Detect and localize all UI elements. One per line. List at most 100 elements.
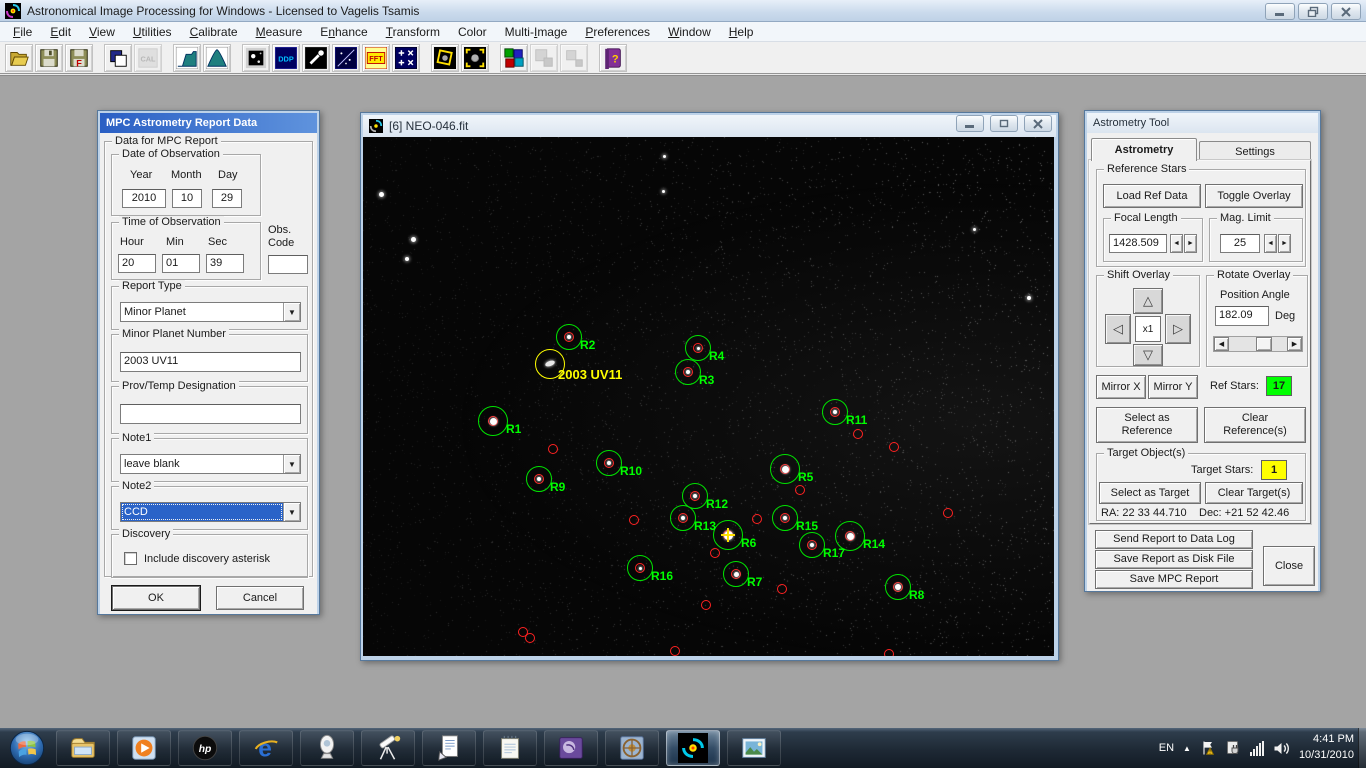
note2-combo[interactable]: CCD ▼ <box>120 502 301 522</box>
taskbar-internet-explorer[interactable]: e <box>239 730 293 766</box>
restore-button[interactable] <box>1298 3 1328 20</box>
menu-utilities[interactable]: Utilities <box>124 23 181 41</box>
tray-expand-icon[interactable]: ▲ <box>1183 744 1191 753</box>
color-channels-icon[interactable] <box>500 44 528 72</box>
cancel-button[interactable]: Cancel <box>216 586 304 610</box>
ddp-icon[interactable]: DDP <box>272 44 300 72</box>
save-file-icon[interactable] <box>35 44 63 72</box>
mirror-y-button[interactable]: Mirror Y <box>1148 375 1198 399</box>
image-math-icon[interactable] <box>392 44 420 72</box>
astrometry-tool-titlebar[interactable]: Astrometry Tool <box>1087 113 1318 133</box>
show-desktop-button[interactable] <box>1358 728 1366 768</box>
taskbar-webcam[interactable] <box>300 730 354 766</box>
minor-planet-number-field[interactable]: 2003 UV11 <box>120 352 301 372</box>
min-field[interactable]: 01 <box>162 254 200 273</box>
note1-combo[interactable]: leave blank ▼ <box>120 454 301 474</box>
shift-left-button[interactable]: ◁ <box>1105 314 1131 344</box>
image-window-titlebar[interactable]: [6] NEO-046.fit <box>363 115 1056 137</box>
taskbar-windows-explorer[interactable] <box>56 730 110 766</box>
shift-down-button[interactable]: ▽ <box>1133 344 1163 366</box>
shift-right-button[interactable]: ▷ <box>1165 314 1191 344</box>
day-field[interactable]: 29 <box>212 189 242 208</box>
month-field[interactable]: 10 <box>172 189 202 208</box>
focal-spin-right-icon[interactable]: ► <box>1184 234 1197 253</box>
menu-transform[interactable]: Transform <box>377 23 449 41</box>
action-center-flag-icon[interactable]: ! <box>1200 740 1216 756</box>
menu-help[interactable]: Help <box>720 23 763 41</box>
minimize-button[interactable] <box>1265 3 1295 20</box>
taskbar-notepad[interactable] <box>483 730 537 766</box>
menu-view[interactable]: View <box>80 23 124 41</box>
menu-calibrate[interactable]: Calibrate <box>181 23 247 41</box>
position-angle-scrollbar[interactable]: ◀ ▶ <box>1213 336 1303 352</box>
tab-settings[interactable]: Settings <box>1199 141 1311 161</box>
toggle-overlay-button[interactable]: Toggle Overlay <box>1205 184 1303 208</box>
volume-icon[interactable] <box>1273 741 1290 756</box>
flip-image-icon[interactable] <box>461 44 489 72</box>
image-minimize-button[interactable] <box>956 115 984 132</box>
shift-up-button[interactable]: △ <box>1133 288 1163 314</box>
star-image-icon[interactable] <box>242 44 270 72</box>
year-field[interactable]: 2010 <box>122 189 166 208</box>
image-canvas[interactable]: R1R2R3R4R5R6R7R8R9R10R11R12R13R14R15R16R… <box>363 137 1054 656</box>
menu-measure[interactable]: Measure <box>247 23 312 41</box>
tab-astrometry[interactable]: Astrometry <box>1091 138 1197 161</box>
menu-enhance[interactable]: Enhance <box>311 23 376 41</box>
prov-temp-field[interactable] <box>120 404 301 424</box>
app-titlebar[interactable]: Astronomical Image Processing for Window… <box>0 0 1366 22</box>
scrollbar-thumb[interactable] <box>1256 337 1272 351</box>
menu-preferences[interactable]: Preferences <box>576 23 659 41</box>
menu-color[interactable]: Color <box>449 23 496 41</box>
scroll-right-icon[interactable]: ▶ <box>1287 337 1302 351</box>
hour-field[interactable]: 20 <box>118 254 156 273</box>
send-report-button[interactable]: Send Report to Data Log <box>1095 530 1253 549</box>
menu-window[interactable]: Window <box>659 23 720 41</box>
device-icon[interactable] <box>1225 740 1241 756</box>
image-close-button[interactable] <box>1024 115 1052 132</box>
load-ref-data-button[interactable]: Load Ref Data <box>1103 184 1201 208</box>
taskbar-aip4win[interactable] <box>666 730 720 766</box>
ok-button[interactable]: OK <box>112 586 200 610</box>
discovery-asterisk-checkbox[interactable] <box>124 552 137 565</box>
clear-references-button[interactable]: Clear Reference(s) <box>1204 407 1306 443</box>
dropdown-arrow-icon[interactable]: ▼ <box>283 503 300 521</box>
menu-edit[interactable]: Edit <box>41 23 80 41</box>
report-type-combo[interactable]: Minor Planet ▼ <box>120 302 301 322</box>
dropdown-arrow-icon[interactable]: ▼ <box>283 303 300 321</box>
close-tool-button[interactable]: Close <box>1263 546 1315 586</box>
clear-targets-button[interactable]: Clear Target(s) <box>1205 482 1303 504</box>
night-sky-icon[interactable] <box>332 44 360 72</box>
save-report-disk-button[interactable]: Save Report as Disk File <box>1095 550 1253 569</box>
help-icon[interactable]: ? <box>599 44 627 72</box>
clock[interactable]: 4:41 PM 10/31/2010 <box>1299 732 1358 764</box>
position-angle-field[interactable]: 182.09 <box>1215 306 1269 326</box>
language-indicator[interactable]: EN <box>1159 742 1174 754</box>
save-fits-icon[interactable]: F <box>65 44 93 72</box>
taskbar-photo-viewer[interactable] <box>727 730 781 766</box>
focal-length-field[interactable]: 1428.509 <box>1109 234 1167 253</box>
magic-wand-icon[interactable] <box>302 44 330 72</box>
mpc-dialog-titlebar[interactable]: MPC Astrometry Report Data <box>100 113 317 133</box>
mag-spin-left-icon[interactable]: ◄ <box>1264 234 1277 253</box>
menu-multi-image[interactable]: Multi-Image <box>496 23 577 41</box>
mag-spin-right-icon[interactable]: ► <box>1278 234 1291 253</box>
rotate-image-icon[interactable] <box>431 44 459 72</box>
image-restore-button[interactable] <box>990 115 1018 132</box>
open-file-icon[interactable] <box>5 44 33 72</box>
start-button[interactable] <box>8 729 46 767</box>
taskbar-image-viewer[interactable] <box>544 730 598 766</box>
histogram-stretch-icon[interactable] <box>173 44 201 72</box>
obs-code-field[interactable] <box>268 255 308 274</box>
close-button[interactable] <box>1331 3 1361 20</box>
sec-field[interactable]: 39 <box>206 254 244 273</box>
histogram-peak-icon[interactable] <box>203 44 231 72</box>
dropdown-arrow-icon[interactable]: ▼ <box>283 455 300 473</box>
mag-limit-field[interactable]: 25 <box>1220 234 1260 253</box>
fft-icon[interactable]: FFT <box>362 44 390 72</box>
taskbar-wordpad[interactable] <box>422 730 476 766</box>
taskbar-planetarium[interactable] <box>361 730 415 766</box>
select-as-target-button[interactable]: Select as Target <box>1099 482 1201 504</box>
network-icon[interactable] <box>1250 741 1264 756</box>
taskbar-hp-solution-center[interactable]: hp <box>178 730 232 766</box>
menu-file[interactable]: File <box>4 23 41 41</box>
